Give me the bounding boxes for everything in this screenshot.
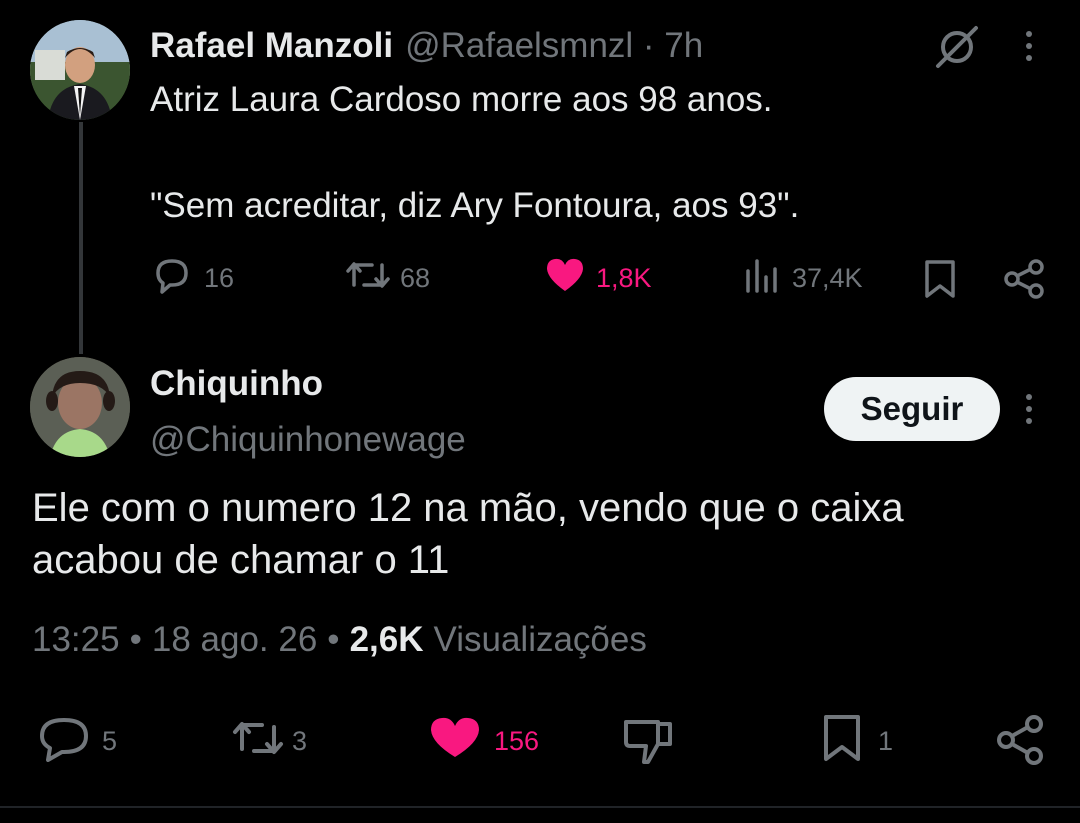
bookmark-icon[interactable] [922, 258, 958, 305]
like-button[interactable]: 1,8K [544, 256, 652, 300]
like-count: 156 [494, 725, 540, 756]
share-icon[interactable] [1002, 258, 1046, 305]
dislike-icon[interactable] [622, 716, 674, 771]
more-icon[interactable] [1024, 394, 1034, 430]
bookmark-icon [820, 713, 864, 770]
separator: • [327, 620, 340, 659]
views-button[interactable]: 37,4K [744, 256, 863, 300]
reply-icon [152, 255, 192, 302]
reply-button[interactable]: 5 [36, 717, 118, 764]
retweet-count: 3 [292, 725, 308, 756]
views-icon [744, 255, 780, 302]
reply-text-line1: Ele com o numero 12 na mão, vendo que o … [32, 486, 904, 530]
avatar-chiquinho[interactable] [30, 357, 130, 457]
follow-button[interactable]: Seguir [824, 377, 1000, 441]
author-handle-time[interactable]: @Rafaelsmnzl · 7h [405, 26, 703, 66]
tweet-text-line1: Atriz Laura Cardoso morre aos 98 anos. [150, 80, 773, 119]
timestamp-time[interactable]: 13:25 [32, 620, 120, 660]
retweet-button[interactable]: 3 [230, 718, 307, 764]
separator: • [129, 620, 142, 659]
timestamp-row: 13:25 • 18 ago. 26 • 2,6K Visualizações [32, 618, 647, 662]
reply-count: 16 [204, 262, 235, 293]
timestamp-date[interactable]: 18 ago. 26 [152, 620, 317, 660]
grok-icon[interactable] [934, 24, 980, 75]
views-count[interactable]: 2,6K [350, 620, 424, 660]
views-label[interactable]: Visualizações [434, 620, 647, 660]
bookmark-button[interactable]: 1 [820, 714, 894, 766]
divider [0, 806, 1080, 808]
reply-author-handle[interactable]: @Chiquinhonewage [150, 420, 466, 460]
like-icon [544, 255, 586, 302]
like-button[interactable]: 156 [428, 717, 540, 764]
views-count: 37,4K [792, 262, 863, 293]
reply-author-name[interactable]: Chiquinho [150, 364, 323, 404]
author-name[interactable]: Rafael Manzoli [150, 26, 393, 66]
retweet-icon [344, 255, 392, 302]
reply-button[interactable]: 16 [152, 256, 234, 300]
tweet-text-line2: "Sem acreditar, diz Ary Fontoura, aos 93… [150, 186, 800, 225]
more-icon[interactable] [1024, 31, 1034, 67]
reply-count: 5 [102, 725, 118, 756]
reply-icon [36, 714, 92, 769]
like-count: 1,8K [596, 262, 652, 293]
share-icon[interactable] [994, 714, 1046, 771]
retweet-icon [230, 715, 286, 768]
like-icon [428, 715, 482, 768]
retweet-count: 68 [400, 262, 431, 293]
thread-line [79, 122, 83, 354]
avatar-rafael[interactable] [30, 20, 130, 120]
reply-text-line2: acabou de chamar o 11 [32, 538, 450, 582]
bookmark-count: 1 [878, 725, 894, 756]
retweet-button[interactable]: 68 [344, 256, 430, 300]
